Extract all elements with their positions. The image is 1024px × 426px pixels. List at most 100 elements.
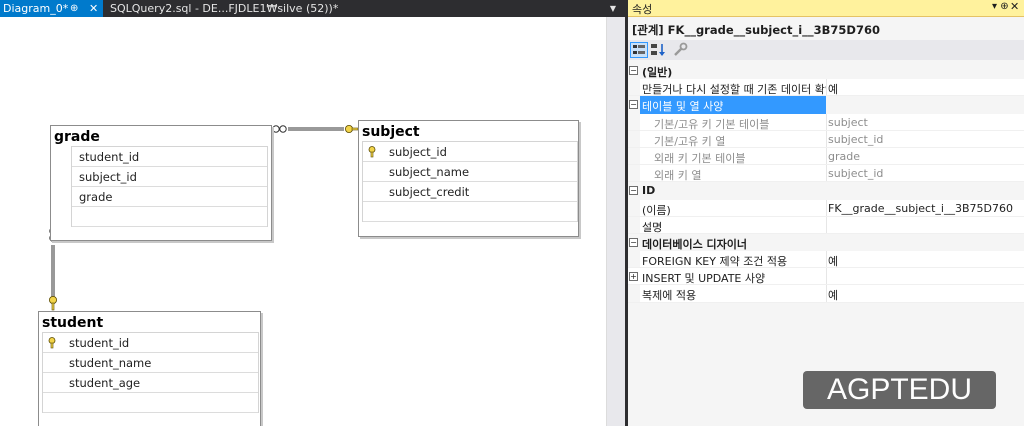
column-name: grade — [79, 190, 113, 204]
property-name: 설명 — [642, 220, 663, 234]
column-name: subject_name — [389, 165, 470, 179]
selected-object-name: [관계] FK__grade__subject_i__3B75D760 — [632, 23, 880, 37]
categorized-view-button[interactable] — [630, 42, 648, 58]
tab-diagram-label: Diagram_0* — [3, 2, 69, 15]
properties-toolbar — [628, 40, 1024, 60]
category-id[interactable]: − ID — [628, 182, 1024, 200]
property-row[interactable]: 만들거나 다시 설정할 때 기존 데이터 확인 예 — [628, 79, 1024, 97]
property-name: 외래 키 열 — [654, 169, 702, 183]
category-label: 데이터베이스 디자이너 — [642, 237, 748, 251]
category-general[interactable]: − (일반) — [628, 62, 1024, 80]
category-label: (일반) — [642, 66, 673, 79]
property-value[interactable]: FK__grade__subject_i__3B75D760 — [828, 202, 1013, 215]
property-row[interactable]: 외래 키 기본 테이블 grade — [628, 147, 1024, 166]
table-title: student — [42, 315, 104, 331]
alphabetical-view-button[interactable] — [650, 42, 668, 58]
close-icon[interactable]: ✕ — [1010, 0, 1019, 13]
category-label: ID — [642, 184, 656, 198]
column-name: subject_id — [79, 170, 137, 184]
vertical-scrollbar[interactable] — [606, 17, 625, 426]
one-end-key-icon — [345, 125, 359, 133]
one-end-key-icon — [49, 296, 57, 311]
table-title: grade — [54, 129, 100, 145]
document-tab-bar: Diagram_0* ⊕ ✕ SQLQuery2.sql - DE...FJDL… — [0, 0, 625, 17]
column-row-empty[interactable] — [72, 207, 267, 227]
property-row[interactable]: (이름) FK__grade__subject_i__3B75D760 — [628, 199, 1024, 217]
property-name: 만들거나 다시 설정할 때 기존 데이터 확인 — [642, 83, 826, 97]
property-name: (이름) — [642, 203, 671, 217]
property-name: 기본/고유 키 열 — [654, 134, 726, 148]
column-row[interactable]: subject_id — [363, 142, 577, 162]
diagram-canvas[interactable]: grade student_id subject_id grade subjec… — [0, 17, 606, 426]
column-list: student_id student_name student_age — [42, 332, 259, 413]
category-table-column-spec[interactable]: − 테이블 및 열 사양 — [628, 96, 1024, 114]
column-row[interactable]: subject_credit — [363, 182, 577, 202]
property-value[interactable]: subject — [828, 116, 868, 129]
watermark-logo: AGPTEDU — [803, 371, 996, 409]
property-row[interactable]: 설명 — [628, 216, 1024, 234]
collapse-icon[interactable]: − — [629, 237, 638, 247]
property-pages-button[interactable] — [672, 42, 690, 58]
property-grid: − (일반) 만들거나 다시 설정할 때 기존 데이터 확인 예 − 테이블 및… — [628, 62, 1024, 303]
column-list: student_id subject_id grade — [71, 146, 268, 227]
column-row[interactable]: student_id — [72, 147, 267, 167]
primary-key-icon — [48, 337, 56, 349]
primary-key-icon — [368, 146, 376, 158]
properties-header: 속성 ▾ ⊕ ✕ — [628, 0, 1024, 17]
pin-icon[interactable]: ▾ ⊕ — [992, 1, 1009, 12]
categorized-icon — [633, 45, 645, 54]
column-name: student_age — [69, 376, 141, 390]
expand-icon[interactable]: + — [629, 272, 638, 282]
collapse-icon[interactable]: − — [629, 66, 638, 75]
property-row[interactable]: 복제에 적용 예 — [628, 285, 1024, 303]
property-row[interactable]: FOREIGN KEY 제약 조건 적용 예 — [628, 251, 1024, 269]
tab-sql-query[interactable]: SQLQuery2.sql - DE...FJDLE1₩silve (52))* — [106, 0, 406, 17]
property-value[interactable]: grade — [828, 150, 860, 163]
property-value[interactable]: 예 — [828, 81, 838, 97]
close-icon[interactable]: ✕ — [89, 0, 98, 17]
column-row[interactable]: subject_id — [72, 167, 267, 187]
property-name: 복제에 적용 — [642, 289, 697, 303]
collapse-icon[interactable]: − — [629, 186, 638, 196]
column-name: subject_id — [389, 145, 447, 159]
property-name: 외래 키 기본 테이블 — [654, 151, 746, 165]
column-name: subject_credit — [389, 185, 470, 199]
column-row[interactable]: student_name — [43, 353, 258, 373]
property-row[interactable]: 기본/고유 키 열 subject_id — [628, 130, 1024, 148]
wrench-icon — [674, 42, 688, 56]
column-row[interactable]: grade — [72, 187, 267, 207]
property-value[interactable]: subject_id — [828, 167, 883, 180]
table-subject[interactable]: subject subject_id subject_name subject_… — [358, 120, 579, 237]
property-value[interactable]: 예 — [828, 253, 838, 269]
properties-title: 속성 — [632, 3, 653, 16]
property-name: 기본/고유 키 기본 테이블 — [654, 117, 770, 131]
table-title: subject — [362, 124, 420, 140]
pin-icon[interactable]: ⊕ — [70, 0, 78, 17]
column-name: student_name — [69, 356, 152, 370]
relationship-grade-subject[interactable] — [272, 125, 359, 133]
property-name: INSERT 및 UPDATE 사양 — [642, 272, 766, 286]
column-list: subject_id subject_name subject_credit — [362, 141, 578, 222]
column-row[interactable]: student_age — [43, 373, 258, 393]
property-row[interactable]: 기본/고유 키 기본 테이블 subject — [628, 113, 1024, 131]
property-row-expandable[interactable]: + INSERT 및 UPDATE 사양 — [628, 268, 1024, 286]
collapse-icon[interactable]: − — [629, 100, 638, 110]
table-student[interactable]: student student_id student_name student_… — [38, 311, 261, 426]
property-name: FOREIGN KEY 제약 조건 적용 — [642, 255, 788, 269]
column-name: student_id — [79, 150, 140, 164]
category-label: 테이블 및 열 사양 — [642, 100, 724, 114]
many-end-icon — [279, 125, 287, 133]
properties-pane: 속성 ▾ ⊕ ✕ [관계] FK__grade__subject_i__3B75… — [628, 0, 1024, 426]
property-value[interactable]: subject_id — [828, 133, 883, 146]
tab-diagram[interactable]: Diagram_0* ⊕ ✕ — [0, 0, 103, 17]
table-grade[interactable]: grade student_id subject_id grade — [50, 125, 272, 241]
category-database-designer[interactable]: − 데이터베이스 디자이너 — [628, 233, 1024, 252]
column-row-empty[interactable] — [43, 393, 258, 413]
column-row[interactable]: student_id — [43, 333, 258, 353]
many-end-icon — [272, 125, 280, 133]
property-value[interactable]: 예 — [828, 287, 838, 303]
property-row[interactable]: 외래 키 열 subject_id — [628, 165, 1024, 183]
tab-overflow-dropdown-icon[interactable]: ▼ — [606, 0, 620, 17]
column-row[interactable]: subject_name — [363, 162, 577, 182]
column-row-empty[interactable] — [363, 202, 577, 222]
